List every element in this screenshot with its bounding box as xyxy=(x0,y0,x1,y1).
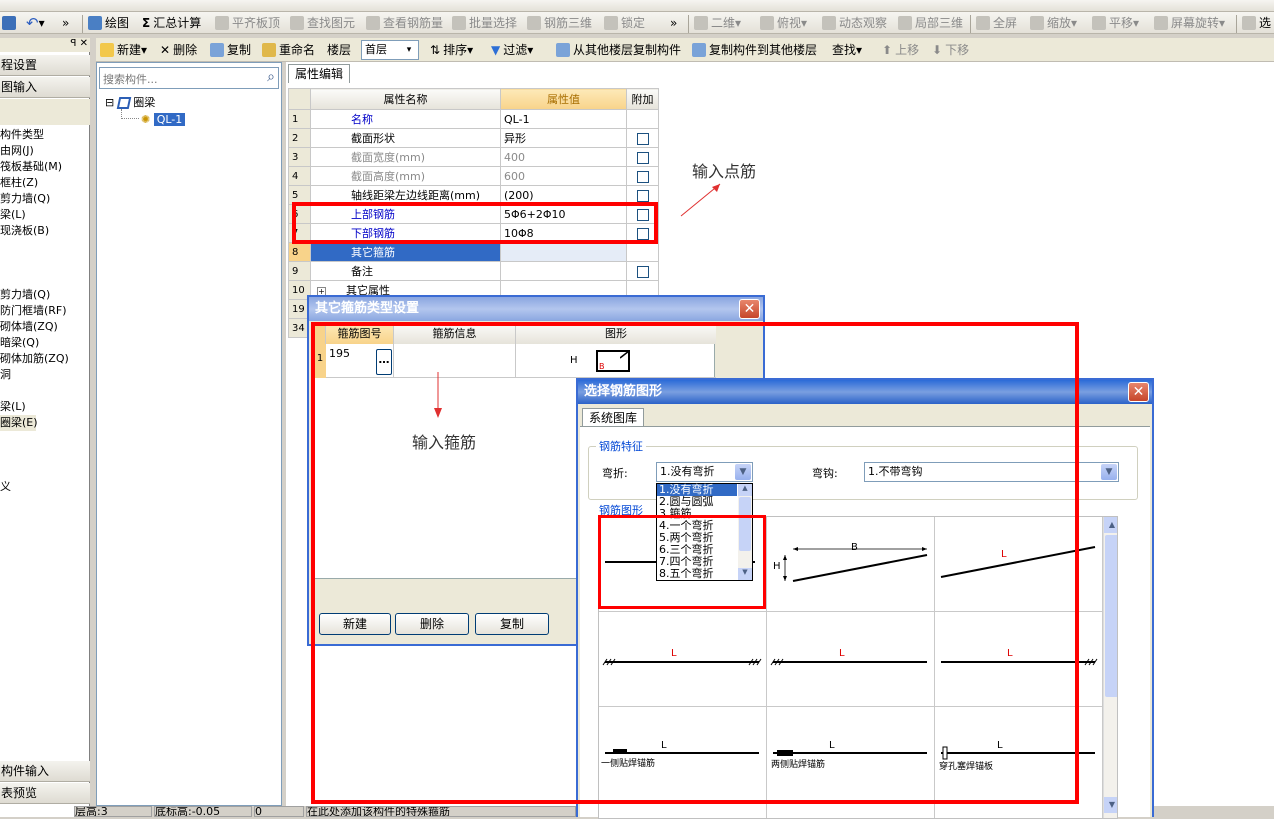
table-row[interactable]: 2 截面形状 异形 xyxy=(288,128,659,148)
shape-scrollbar[interactable]: ▲ ▼ xyxy=(1103,517,1117,818)
floor-label: 楼层 xyxy=(327,43,352,57)
table-row[interactable]: 3 截面宽度(mm) 400 xyxy=(288,147,659,167)
copy-from-floor-button[interactable]: 从其他楼层复制构件 xyxy=(556,38,681,61)
tree-item-selected[interactable]: 圈梁(E) xyxy=(0,415,38,431)
nav-project-settings[interactable]: 程设置 xyxy=(0,55,90,76)
chevron-down-icon[interactable]: ▼ xyxy=(1101,464,1117,480)
orbit-button[interactable]: 动态观察 xyxy=(822,12,887,33)
new-button[interactable]: 新建 ▾ xyxy=(100,38,147,61)
search-icon[interactable]: ⌕ xyxy=(267,69,275,85)
table-row[interactable]: 9 备注 xyxy=(288,261,659,281)
grid-corner xyxy=(288,88,311,110)
undo-button[interactable]: ↶ ▾ xyxy=(26,12,45,33)
save-icon[interactable] xyxy=(2,12,19,33)
floor-select[interactable]: 首层 ▾ xyxy=(361,40,419,60)
tree-item[interactable]: 筏板基础(M) xyxy=(0,159,62,175)
drawing-toolbar: ↶ ▾ » 绘图 Σ 汇总计算 平齐板顶 查找图元 查看钢筋量 批量选择 钢筋三维 … xyxy=(0,12,1274,34)
panel-pin-icon[interactable]: ꟼ ✕ xyxy=(0,38,90,52)
checkbox[interactable] xyxy=(636,132,649,145)
tree-item[interactable]: 梁(L) xyxy=(0,399,26,415)
status-zero: 0 xyxy=(254,806,304,817)
status-base-elevation: 底标高:-0.05 xyxy=(154,806,252,817)
select-button[interactable]: 选 xyxy=(1242,12,1271,33)
tree-item[interactable]: 构件类型 xyxy=(0,127,44,143)
summary-calc-button[interactable]: Σ 汇总计算 xyxy=(142,12,201,33)
component-toolbar: 新建 ▾ ✕ 删除 复制 重命名 楼层 首层 ▾ ⇅ 排序 ▾ ▼ 过滤 ▾ 从其他楼层… xyxy=(96,38,1274,62)
move-up-button[interactable]: ⬆ 上移 xyxy=(882,38,919,61)
col-header-extra: 附加 xyxy=(626,88,659,110)
main-toolbar xyxy=(0,0,1274,12)
tree-connector xyxy=(121,109,139,119)
table-row[interactable]: 1 名称 QL-1 xyxy=(288,109,659,129)
scroll-thumb[interactable] xyxy=(1105,535,1117,697)
tree-item[interactable]: 剪力墙(Q) xyxy=(0,191,50,207)
view-2d-button[interactable]: 二维 ▾ xyxy=(694,12,741,33)
move-down-button[interactable]: ⬇ 下移 xyxy=(932,38,969,61)
checkbox[interactable] xyxy=(636,189,649,202)
filter-button[interactable]: ▼ 过滤 ▾ xyxy=(491,38,533,61)
top-view-button[interactable]: 俯视 ▾ xyxy=(760,12,807,33)
view-rebar-amount-button[interactable]: 查看钢筋量 xyxy=(366,12,443,33)
screen-rotate-button[interactable]: 屏幕旋转 ▾ xyxy=(1154,12,1225,33)
close-icon[interactable]: ✕ xyxy=(1128,382,1149,402)
search-input[interactable]: 搜索构件... xyxy=(103,71,158,87)
tree-item[interactable]: 义 xyxy=(0,479,11,495)
dialog-titlebar: 其它箍筋类型设置 ✕ xyxy=(309,297,763,321)
tree-root[interactable]: ⊟ 圈梁 xyxy=(105,96,155,110)
col-header-value: 属性值 xyxy=(500,88,627,110)
tree-item[interactable]: 暗梁(Q) xyxy=(0,335,39,351)
nav-component-input[interactable]: 构件输入 xyxy=(0,761,90,782)
rename-button[interactable]: 重命名 xyxy=(262,38,315,61)
tree-item[interactable]: 现浇板(B) xyxy=(0,223,49,239)
tree-item[interactable]: 剪力墙(Q) xyxy=(0,287,50,303)
find-element-button[interactable]: 查找图元 xyxy=(290,12,355,33)
search-box: 搜索构件... ⌕ xyxy=(99,67,279,89)
draw-button[interactable]: 绘图 xyxy=(88,12,129,33)
tree-item[interactable]: 梁(L) xyxy=(0,207,26,223)
table-row[interactable]: 4 截面高度(mm) 600 xyxy=(288,166,659,186)
checkbox[interactable] xyxy=(636,265,649,278)
tree-node-ql1[interactable]: ✺ QL-1 xyxy=(141,113,186,127)
copy-to-floor-button[interactable]: 复制构件到其他楼层 xyxy=(692,38,817,61)
local-3d-button[interactable]: 局部三维 xyxy=(898,12,963,33)
scroll-up-icon[interactable]: ▲ xyxy=(1104,517,1117,533)
lock-button[interactable]: 锁定 xyxy=(604,12,645,33)
module-navigator: ꟼ ✕ 程设置 图输入 构件类型 由网(J) 筏板基础(M) 框柱(Z) 剪力墙… xyxy=(0,38,90,817)
highlight-shape-tile xyxy=(598,515,766,609)
zoom-button[interactable]: 缩放 ▾ xyxy=(1030,12,1077,33)
rebar-3d-button[interactable]: 钢筋三维 xyxy=(527,12,592,33)
close-icon[interactable]: ✕ xyxy=(739,299,760,319)
nav-spacer xyxy=(0,99,90,125)
tree-item[interactable]: 由网(J) xyxy=(0,143,34,159)
more-chevron-icon[interactable]: » xyxy=(62,12,69,33)
nav-drawing-input[interactable]: 图输入 xyxy=(0,77,90,98)
table-row-selected[interactable]: 8 其它箍筋 xyxy=(288,242,659,262)
nav-report-preview[interactable]: 表预览 xyxy=(0,783,90,804)
tree-item[interactable]: 砌体加筋(ZQ) xyxy=(0,351,69,367)
more-chevron-icon[interactable]: » xyxy=(670,12,677,33)
delete-button[interactable]: ✕ 删除 xyxy=(160,38,197,61)
scroll-down-icon[interactable]: ▼ xyxy=(1104,797,1117,813)
find-button[interactable]: 查找 ▾ xyxy=(832,38,862,61)
tree-item[interactable]: 防门框墙(RF) xyxy=(0,303,67,319)
copy-button[interactable]: 复制 xyxy=(210,38,251,61)
tree-item[interactable]: 砌体墙(ZQ) xyxy=(0,319,58,335)
tree-item[interactable]: 洞 xyxy=(0,367,11,383)
col-header-name: 属性名称 xyxy=(310,88,501,110)
fullscreen-button[interactable]: 全屏 xyxy=(976,12,1017,33)
batch-select-button[interactable]: 批量选择 xyxy=(452,12,517,33)
align-slab-top-button[interactable]: 平齐板顶 xyxy=(215,12,280,33)
checkbox[interactable] xyxy=(636,151,649,164)
status-floor-height: 层高:3 xyxy=(74,806,152,817)
sort-button[interactable]: ⇅ 排序 ▾ xyxy=(430,38,473,61)
checkbox[interactable] xyxy=(636,170,649,183)
tree-item[interactable]: 框柱(Z) xyxy=(0,175,38,191)
pan-button[interactable]: 平移 ▾ xyxy=(1092,12,1139,33)
annotation-arrow-icon xyxy=(680,183,721,217)
status-hint: 在此处添加该构件的特殊箍筋 xyxy=(306,806,576,817)
tab-property-edit[interactable]: 属性编辑 xyxy=(288,64,351,83)
component-tree: 搜索构件... ⌕ ⊟ 圈梁 ✺ QL-1 xyxy=(96,62,282,806)
highlight-rebar-rows xyxy=(292,202,658,244)
